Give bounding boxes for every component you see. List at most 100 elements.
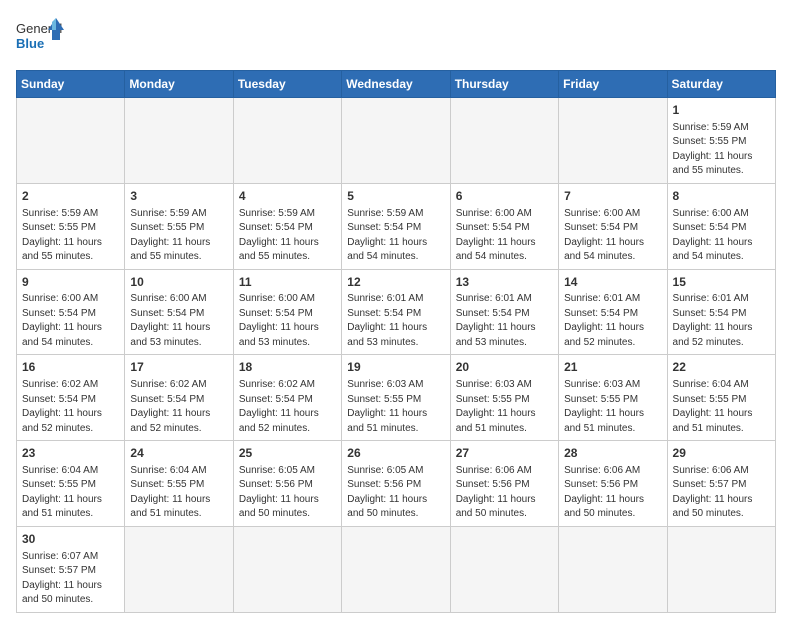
day-info: Sunrise: 6:01 AMSunset: 5:54 PMDaylight:… bbox=[456, 292, 553, 350]
calendar-week-row: 9Sunrise: 6:00 AMSunset: 5:54 PMDaylight… bbox=[17, 269, 776, 355]
day-number: 6 bbox=[456, 188, 553, 205]
day-info: Sunrise: 6:02 AMSunset: 5:54 PMDaylight:… bbox=[239, 378, 336, 436]
calendar-cell: 9Sunrise: 6:00 AMSunset: 5:54 PMDaylight… bbox=[17, 269, 125, 355]
day-number: 19 bbox=[347, 359, 444, 376]
day-number: 3 bbox=[130, 188, 227, 205]
calendar-cell: 18Sunrise: 6:02 AMSunset: 5:54 PMDayligh… bbox=[233, 355, 341, 441]
day-info: Sunrise: 6:02 AMSunset: 5:54 PMDaylight:… bbox=[22, 378, 119, 436]
calendar-cell: 28Sunrise: 6:06 AMSunset: 5:56 PMDayligh… bbox=[559, 441, 667, 527]
calendar-cell: 10Sunrise: 6:00 AMSunset: 5:54 PMDayligh… bbox=[125, 269, 233, 355]
day-number: 20 bbox=[456, 359, 553, 376]
day-number: 24 bbox=[130, 445, 227, 462]
day-info: Sunrise: 5:59 AMSunset: 5:54 PMDaylight:… bbox=[239, 207, 336, 265]
calendar-cell: 12Sunrise: 6:01 AMSunset: 5:54 PMDayligh… bbox=[342, 269, 450, 355]
calendar-cell: 26 Sunrise: 6:05 AMSunset: 5:56 PMDayligh… bbox=[342, 441, 450, 527]
day-number: 7 bbox=[564, 188, 661, 205]
day-info: Sunrise: 6:01 AMSunset: 5:54 PMDaylight:… bbox=[564, 292, 661, 350]
calendar-cell bbox=[125, 526, 233, 612]
day-number: 16 bbox=[22, 359, 119, 376]
calendar-header-row: SundayMondayTuesdayWednesdayThursdayFrid… bbox=[17, 71, 776, 98]
day-info: Sunrise: 6:06 AMSunset: 5:56 PMDaylight:… bbox=[456, 464, 553, 522]
calendar-cell: 1 Sunrise: 5:59 AMSunset: 5:55 PMDaylight… bbox=[667, 98, 775, 184]
day-info: Sunrise: 6:04 AMSunset: 5:55 PMDaylight:… bbox=[673, 378, 770, 436]
calendar-cell bbox=[233, 526, 341, 612]
day-info: Sunrise: 6:02 AMSunset: 5:54 PMDaylight:… bbox=[130, 378, 227, 436]
day-number: 5 bbox=[347, 188, 444, 205]
page-header: General Blue bbox=[16, 16, 776, 58]
day-number: 22 bbox=[673, 359, 770, 376]
calendar-cell: 7Sunrise: 6:00 AMSunset: 5:54 PMDaylight… bbox=[559, 183, 667, 269]
day-info: Sunrise: 6:03 AMSunset: 5:55 PMDaylight:… bbox=[564, 378, 661, 436]
calendar-cell: 27 Sunrise: 6:06 AMSunset: 5:56 PMDayligh… bbox=[450, 441, 558, 527]
calendar-cell: 13Sunrise: 6:01 AMSunset: 5:54 PMDayligh… bbox=[450, 269, 558, 355]
calendar-cell bbox=[450, 98, 558, 184]
logo-svg: General Blue bbox=[16, 16, 66, 58]
day-number: 10 bbox=[130, 274, 227, 291]
calendar-cell bbox=[17, 98, 125, 184]
calendar-cell: 2 Sunrise: 5:59 AMSunset: 5:55 PMDaylight… bbox=[17, 183, 125, 269]
day-number: 17 bbox=[130, 359, 227, 376]
day-number: 9 bbox=[22, 274, 119, 291]
calendar-cell: 20 Sunrise: 6:03 AMSunset: 5:55 PMDayligh… bbox=[450, 355, 558, 441]
calendar-week-row: 16 Sunrise: 6:02 AMSunset: 5:54 PMDayligh… bbox=[17, 355, 776, 441]
day-info: Sunrise: 6:05 AMSunset: 5:56 PMDaylight:… bbox=[347, 464, 444, 522]
day-info: Sunrise: 6:00 AMSunset: 5:54 PMDaylight:… bbox=[673, 207, 770, 265]
day-info: Sunrise: 5:59 AMSunset: 5:55 PMDaylight:… bbox=[130, 207, 227, 265]
calendar-cell: 3 Sunrise: 5:59 AMSunset: 5:55 PMDaylight… bbox=[125, 183, 233, 269]
calendar-cell: 29 Sunrise: 6:06 AMSunset: 5:57 PMDayligh… bbox=[667, 441, 775, 527]
day-number: 25 bbox=[239, 445, 336, 462]
day-info: Sunrise: 6:04 AMSunset: 5:55 PMDaylight:… bbox=[130, 464, 227, 522]
day-number: 2 bbox=[22, 188, 119, 205]
calendar-cell bbox=[233, 98, 341, 184]
day-info: Sunrise: 5:59 AMSunset: 5:55 PMDaylight:… bbox=[673, 121, 770, 179]
day-info: Sunrise: 5:59 AMSunset: 5:54 PMDaylight:… bbox=[347, 207, 444, 265]
day-number: 1 bbox=[673, 102, 770, 119]
day-number: 29 bbox=[673, 445, 770, 462]
calendar-cell: 22 Sunrise: 6:04 AMSunset: 5:55 PMDayligh… bbox=[667, 355, 775, 441]
col-header-friday: Friday bbox=[559, 71, 667, 98]
col-header-tuesday: Tuesday bbox=[233, 71, 341, 98]
calendar-cell: 11Sunrise: 6:00 AMSunset: 5:54 PMDayligh… bbox=[233, 269, 341, 355]
day-info: Sunrise: 6:03 AMSunset: 5:55 PMDaylight:… bbox=[347, 378, 444, 436]
calendar-cell: 17 Sunrise: 6:02 AMSunset: 5:54 PMDayligh… bbox=[125, 355, 233, 441]
calendar-week-row: 30Sunrise: 6:07 AMSunset: 5:57 PMDayligh… bbox=[17, 526, 776, 612]
day-info: Sunrise: 6:01 AMSunset: 5:54 PMDaylight:… bbox=[347, 292, 444, 350]
calendar-cell: 24 Sunrise: 6:04 AMSunset: 5:55 PMDayligh… bbox=[125, 441, 233, 527]
day-info: Sunrise: 6:01 AMSunset: 5:54 PMDaylight:… bbox=[673, 292, 770, 350]
calendar-cell: 8 Sunrise: 6:00 AMSunset: 5:54 PMDaylight… bbox=[667, 183, 775, 269]
day-number: 30 bbox=[22, 531, 119, 548]
day-info: Sunrise: 6:00 AMSunset: 5:54 PMDaylight:… bbox=[130, 292, 227, 350]
day-number: 26 bbox=[347, 445, 444, 462]
day-number: 11 bbox=[239, 274, 336, 291]
calendar-week-row: 1 Sunrise: 5:59 AMSunset: 5:55 PMDaylight… bbox=[17, 98, 776, 184]
day-number: 14 bbox=[564, 274, 661, 291]
day-number: 12 bbox=[347, 274, 444, 291]
calendar-cell: 4 Sunrise: 5:59 AMSunset: 5:54 PMDaylight… bbox=[233, 183, 341, 269]
day-number: 23 bbox=[22, 445, 119, 462]
calendar-week-row: 2 Sunrise: 5:59 AMSunset: 5:55 PMDaylight… bbox=[17, 183, 776, 269]
calendar-cell: 23Sunrise: 6:04 AMSunset: 5:55 PMDayligh… bbox=[17, 441, 125, 527]
col-header-saturday: Saturday bbox=[667, 71, 775, 98]
calendar-cell bbox=[559, 526, 667, 612]
day-info: Sunrise: 6:00 AMSunset: 5:54 PMDaylight:… bbox=[456, 207, 553, 265]
col-header-sunday: Sunday bbox=[17, 71, 125, 98]
calendar-week-row: 23 Sunrise: 6:04 AMSunset: 5:55 PMDayligh… bbox=[17, 441, 776, 527]
logo: General Blue bbox=[16, 16, 66, 58]
day-info: Sunrise: 6:06 AMSunset: 5:57 PMDaylight:… bbox=[673, 464, 770, 522]
day-info: Sunrise: 6:00 AMSunset: 5:54 PMDaylight:… bbox=[22, 292, 119, 350]
day-info: Sunrise: 5:59 AMSunset: 5:55 PMDaylight:… bbox=[22, 207, 119, 265]
calendar-cell: 5 Sunrise: 5:59 AMSunset: 5:54 PMDaylight… bbox=[342, 183, 450, 269]
calendar-cell: 21Sunrise: 6:03 AMSunset: 5:55 PMDayligh… bbox=[559, 355, 667, 441]
day-number: 8 bbox=[673, 188, 770, 205]
day-number: 27 bbox=[456, 445, 553, 462]
calendar-cell bbox=[125, 98, 233, 184]
calendar-cell bbox=[342, 526, 450, 612]
calendar-cell: 30Sunrise: 6:07 AMSunset: 5:57 PMDayligh… bbox=[17, 526, 125, 612]
calendar-cell bbox=[342, 98, 450, 184]
col-header-thursday: Thursday bbox=[450, 71, 558, 98]
col-header-wednesday: Wednesday bbox=[342, 71, 450, 98]
day-number: 4 bbox=[239, 188, 336, 205]
calendar-cell bbox=[559, 98, 667, 184]
day-info: Sunrise: 6:03 AMSunset: 5:55 PMDaylight:… bbox=[456, 378, 553, 436]
day-info: Sunrise: 6:00 AMSunset: 5:54 PMDaylight:… bbox=[239, 292, 336, 350]
